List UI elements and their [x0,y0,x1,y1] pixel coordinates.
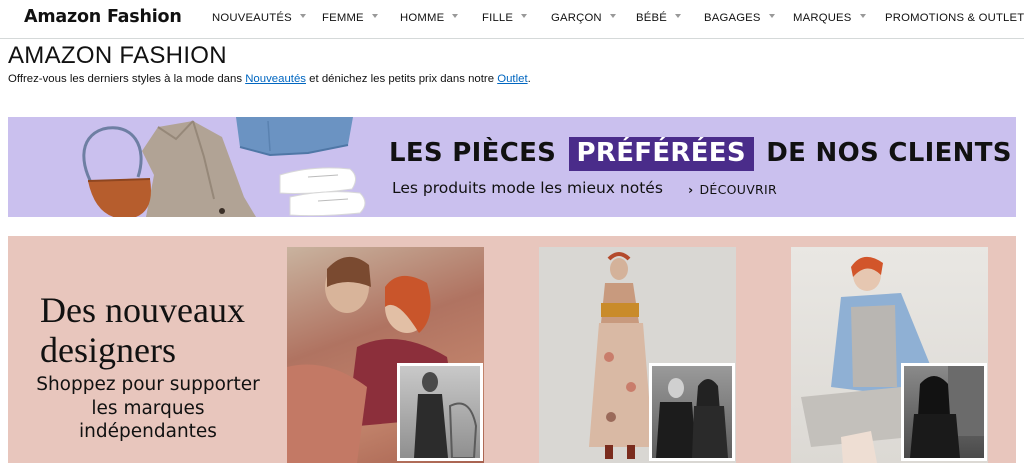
designers-heading: Des nouveaux designers [40,290,245,370]
nav-item-bagages[interactable]: BAGAGES [704,12,775,24]
discover-link-label: DÉCOUVRIR [699,182,778,197]
designer-photo-3 [791,247,988,463]
page-subtitle: Offrez-vous les derniers styles à la mod… [8,73,531,85]
nav-item-promotions-outlet[interactable]: PROMOTIONS & OUTLET [885,12,1024,24]
subtitle-text: et dénichez les petits prix dans notre [306,73,498,85]
nav-item-garcon[interactable]: GARÇON [551,12,616,24]
designer-portrait-illustration [656,378,728,458]
designer-portrait-illustration [414,372,478,458]
nav-item-label: NOUVEAUTÉS [212,12,292,24]
discover-link[interactable]: › DÉCOUVRIR [688,182,777,197]
chevron-down-icon [521,14,528,18]
nav-item-label: BÉBÉ [636,12,667,24]
designer-portrait-inset [649,363,735,461]
nav-item-label: FILLE [482,12,514,24]
designer-portrait-inset [397,363,483,461]
chevron-down-icon [609,14,616,18]
nav-item-label: PROMOTIONS & OUTLET [885,12,1024,24]
nav-item-label: MARQUES [793,12,852,24]
banner-subtitle: Les produits mode les mieux notés [392,179,663,197]
nav-item-bebe[interactable]: BÉBÉ [636,12,681,24]
nouveautes-link[interactable]: Nouveautés [245,73,306,85]
outlet-link[interactable]: Outlet [497,73,527,85]
page-title: AMAZON FASHION [8,42,227,69]
chevron-right-icon: › [688,182,694,197]
nav-item-homme[interactable]: HOMME [400,12,459,24]
designer-photo-2 [539,247,736,463]
chevron-down-icon [768,14,775,18]
banner-title-start: LES PIÈCES [389,138,557,168]
nav-item-label: HOMME [400,12,445,24]
chevron-down-icon [859,14,866,18]
chevron-down-icon [452,14,459,18]
nav-item-fille[interactable]: FILLE [482,12,528,24]
brand-logo[interactable]: Amazon Fashion [24,7,182,27]
banner-title-end: DE NOS CLIENTS [766,138,1012,168]
nav-item-label: GARÇON [551,12,602,24]
nav-item-marques[interactable]: MARQUES [793,12,866,24]
subtitle-text: Offrez-vous les derniers styles à la mod… [8,73,246,85]
new-designers-banner[interactable]: Des nouveaux designers Shoppez pour supp… [8,236,1016,463]
nav-item-label: BAGAGES [704,12,761,24]
designer-portrait-inset [901,363,987,461]
banner-title: LES PIÈCES PRÉFÉRÉES DE NOS CLIENTS [389,137,1012,171]
subtitle-text: . [527,73,531,85]
chevron-down-icon [371,14,378,18]
chevron-down-icon [674,14,681,18]
nav-item-label: FEMME [322,12,364,24]
designer-portrait-illustration [910,366,984,458]
designer-photo-1 [287,247,484,463]
fashion-items-illustration [82,117,366,217]
designers-subtitle: Shoppez pour supporter les marques indép… [36,374,260,442]
banner-title-highlight: PRÉFÉRÉES [568,137,754,171]
nav-item-nouveautes[interactable]: NOUVEAUTÉS [212,12,306,24]
customer-favorites-banner[interactable]: LES PIÈCES PRÉFÉRÉES DE NOS CLIENTS Les … [8,117,1016,217]
nav-item-femme[interactable]: FEMME [322,12,378,24]
top-navigation-bar: Amazon Fashion NOUVEAUTÉS FEMME HOMME FI… [0,0,1024,39]
chevron-down-icon [299,14,306,18]
